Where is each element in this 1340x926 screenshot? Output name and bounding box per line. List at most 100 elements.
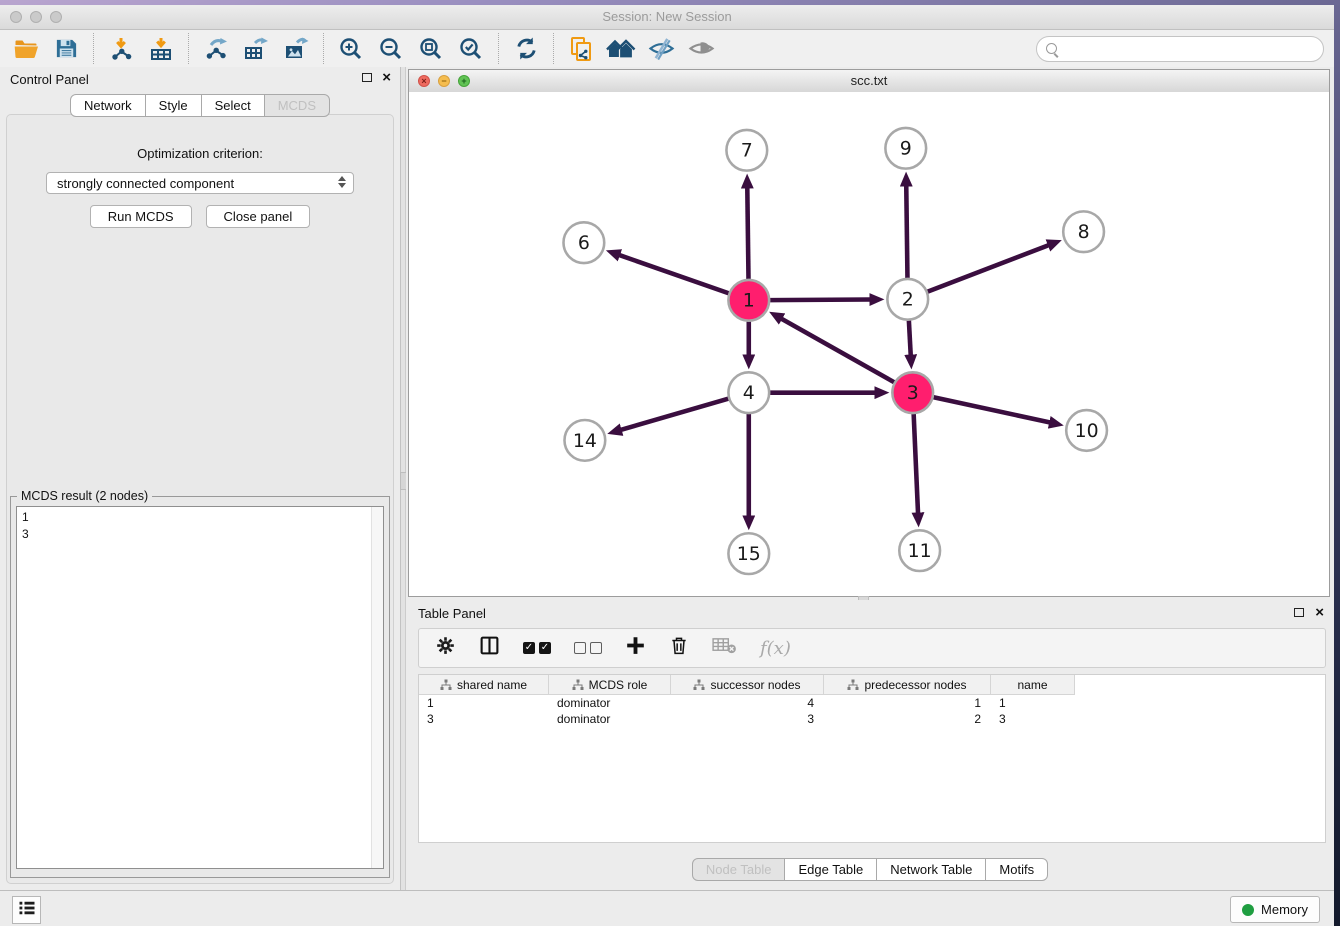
graph-edge[interactable] (934, 397, 1051, 422)
tab-mcds[interactable]: MCDS (264, 94, 330, 117)
graph-edge[interactable] (619, 255, 729, 293)
float-panel-icon[interactable] (1294, 608, 1304, 617)
toolbar-separator (188, 33, 189, 64)
table-cell: 1 (419, 695, 549, 711)
show-graphics-button[interactable] (683, 34, 719, 64)
minimize-window-button[interactable] (30, 11, 42, 23)
table-tabs: Node Table Edge Table Network Table Moti… (406, 858, 1334, 881)
save-session-button[interactable] (48, 34, 84, 64)
export-table-button[interactable] (238, 34, 274, 64)
network-maximize-button[interactable]: + (458, 75, 470, 87)
graph-node-label: 11 (908, 540, 932, 562)
add-column-plus-icon[interactable] (625, 635, 646, 661)
graph-edge[interactable] (914, 414, 918, 513)
graph-edge[interactable] (781, 319, 894, 383)
column-header[interactable]: MCDS role (549, 675, 671, 695)
control-panel-title: Control Panel (10, 72, 89, 87)
table-cell: dominator (549, 695, 671, 711)
run-mcds-button[interactable]: Run MCDS (90, 205, 192, 228)
tab-network[interactable]: Network (70, 94, 146, 117)
window-titlebar: Session: New Session (0, 5, 1334, 30)
duplicate-network-button[interactable] (563, 34, 599, 64)
zoom-fit-button[interactable] (413, 34, 449, 64)
close-panel-button[interactable]: Close panel (206, 205, 311, 228)
search-field[interactable] (1036, 36, 1324, 62)
duplicate-network-icon (568, 36, 594, 62)
tab-select[interactable]: Select (201, 94, 265, 117)
float-panel-icon[interactable] (362, 73, 372, 82)
table-settings-gear-icon[interactable] (435, 635, 456, 661)
houses-icon (606, 36, 636, 62)
tab-node-table[interactable]: Node Table (692, 858, 786, 881)
criterion-value: strongly connected component (57, 176, 234, 191)
graph-node-label: 2 (902, 289, 914, 311)
zoom-in-button[interactable] (333, 34, 369, 64)
import-table-icon (148, 36, 174, 62)
open-session-button[interactable] (8, 34, 44, 64)
export-image-button[interactable] (278, 34, 314, 64)
export-network-button[interactable] (198, 34, 234, 64)
column-header[interactable]: name (991, 675, 1075, 695)
graph-edge[interactable] (621, 399, 729, 430)
select-all-icon[interactable]: ✓✓ (523, 642, 551, 654)
graph-edge[interactable] (770, 300, 870, 301)
memory-button[interactable]: Memory (1230, 896, 1320, 923)
status-bar: Memory (0, 890, 1334, 926)
table-cell: 3 (419, 711, 549, 727)
criterion-dropdown[interactable]: strongly connected component (46, 172, 354, 194)
graph-node-label: 15 (737, 543, 761, 565)
graph-edge[interactable] (909, 321, 911, 356)
tab-motifs[interactable]: Motifs (985, 858, 1048, 881)
memory-status-icon (1242, 904, 1254, 916)
network-minimize-button[interactable]: − (438, 75, 450, 87)
network-graph[interactable]: 1234678910111415 (409, 92, 1329, 596)
task-history-button[interactable] (12, 896, 41, 924)
tab-edge-table[interactable]: Edge Table (784, 858, 877, 881)
network-window-title: scc.txt (409, 70, 1329, 92)
result-line: 1 (22, 509, 378, 526)
network-canvas[interactable]: 1234678910111415 (409, 92, 1329, 596)
zoom-out-button[interactable] (373, 34, 409, 64)
column-header[interactable]: successor nodes (671, 675, 824, 695)
main-toolbar (0, 30, 1334, 68)
graph-edge[interactable] (906, 186, 907, 278)
table-row[interactable]: 1dominator411 (419, 695, 1325, 711)
table-cell: 2 (824, 711, 991, 727)
deselect-all-icon[interactable] (574, 642, 602, 654)
table-body: 1dominator4113dominator323 (419, 695, 1325, 727)
refresh-icon (514, 36, 539, 61)
table-cell: 1 (991, 695, 1075, 711)
delete-column-trash-icon[interactable] (669, 635, 689, 661)
table-row[interactable]: 3dominator323 (419, 711, 1325, 727)
graph-edge[interactable] (928, 245, 1049, 292)
result-scrollbar[interactable] (371, 507, 383, 868)
zoom-out-icon (378, 36, 404, 62)
tab-style[interactable]: Style (145, 94, 202, 117)
network-close-button[interactable]: × (418, 75, 430, 87)
graph-node-label: 8 (1078, 221, 1090, 243)
result-line: 3 (22, 526, 378, 543)
close-panel-icon[interactable]: × (382, 69, 391, 87)
mcds-result-text[interactable]: 1 3 (16, 506, 384, 869)
close-window-button[interactable] (10, 11, 22, 23)
refresh-button[interactable] (508, 34, 544, 64)
column-header[interactable]: predecessor nodes (824, 675, 991, 695)
mcds-result-title: MCDS result (2 nodes) (17, 489, 152, 503)
network-window: × − + scc.txt 1234678910111415 (408, 69, 1330, 597)
hide-selected-button[interactable] (643, 34, 679, 64)
network-overview-button[interactable] (603, 34, 639, 64)
column-layout-icon[interactable] (479, 635, 500, 661)
zoom-selected-button[interactable] (453, 34, 489, 64)
graph-node-label: 3 (907, 382, 919, 404)
maximize-window-button[interactable] (50, 11, 62, 23)
search-input[interactable] (1057, 41, 1323, 56)
export-network-icon (203, 36, 229, 62)
save-floppy-icon (54, 36, 79, 61)
search-icon (1046, 43, 1057, 54)
close-panel-icon[interactable]: × (1315, 604, 1324, 622)
tab-network-table[interactable]: Network Table (876, 858, 986, 881)
graph-edge[interactable] (747, 188, 748, 279)
column-header[interactable]: shared name (419, 675, 549, 695)
import-table-button[interactable] (143, 34, 179, 64)
import-network-button[interactable] (103, 34, 139, 64)
